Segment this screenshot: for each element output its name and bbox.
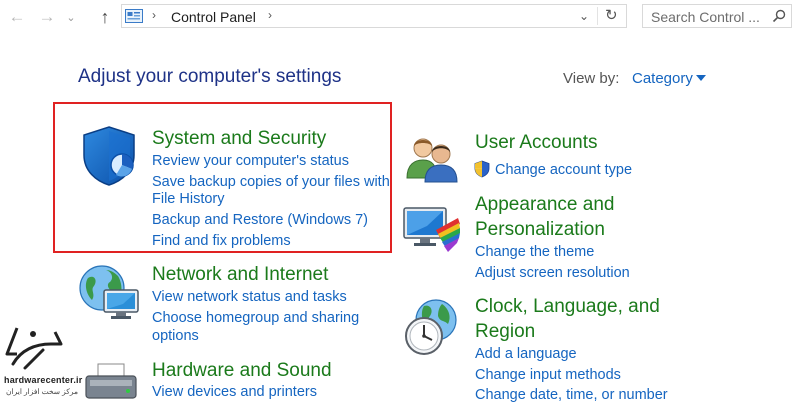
appearance-personalization-icon[interactable] [402,204,462,256]
recent-locations-chevron-icon[interactable]: ⌄ [64,6,78,28]
uac-shield-icon [473,160,491,178]
user-accounts-people-icon[interactable] [403,134,461,184]
clock-language-region-title-line2[interactable]: Region [475,321,535,343]
search-box[interactable]: Search Control ... [642,4,792,28]
watermark-site: hardwarecenter.ir [4,375,82,385]
save-backup-link-line2[interactable]: File History [152,191,225,207]
forward-arrow-icon[interactable]: → [36,6,58,28]
save-backup-link[interactable]: Save backup copies of your files with [152,174,390,190]
address-dropdown-chevron-icon[interactable]: ⌄ [579,9,589,23]
homegroup-sharing-link-line2[interactable]: options [152,328,199,344]
hardware-sound-title[interactable]: Hardware and Sound [152,360,332,382]
breadcrumb-control-panel[interactable]: Control Panel [171,9,256,25]
search-input[interactable]: Search Control ... [651,9,760,25]
address-bar[interactable]: › Control Panel › ⌄ ↻ [121,4,627,28]
view-by-label: View by: [563,70,619,87]
back-arrow-icon[interactable]: ← [6,6,28,28]
hardwarecenter-logo-icon [3,324,65,374]
up-arrow-icon[interactable]: ↑ [94,6,116,28]
view-by-dropdown[interactable]: Category [632,70,693,87]
change-account-type-link[interactable]: Change account type [495,162,632,178]
control-panel-icon [125,9,143,23]
network-internet-globe-icon[interactable] [78,264,142,322]
network-internet-title[interactable]: Network and Internet [152,264,328,286]
clock-language-region-icon[interactable] [402,296,462,358]
adjust-resolution-link[interactable]: Adjust screen resolution [475,265,630,281]
user-accounts-title[interactable]: User Accounts [475,132,598,154]
homegroup-sharing-link[interactable]: Choose homegroup and sharing [152,310,359,326]
page-title: Adjust your computer's settings [78,66,341,88]
view-by-caret-icon[interactable] [696,75,706,81]
view-devices-printers-link[interactable]: View devices and printers [152,384,317,400]
search-icon[interactable] [772,9,786,23]
change-date-time-link[interactable]: Change date, time, or number [475,387,668,403]
breadcrumb-separator-icon[interactable]: › [152,8,156,22]
hardware-sound-printer-icon[interactable] [80,360,142,400]
add-language-link[interactable]: Add a language [475,346,577,362]
system-security-title[interactable]: System and Security [152,128,326,150]
system-security-shield-icon[interactable] [80,125,138,187]
refresh-icon[interactable]: ↻ [605,6,618,24]
find-fix-problems-link[interactable]: Find and fix problems [152,233,291,249]
watermark-tagline: مرکز سخت افزار ایران [6,387,78,396]
appearance-personalization-title-line2[interactable]: Personalization [475,219,605,241]
breadcrumb-separator-icon[interactable]: › [268,8,272,22]
change-theme-link[interactable]: Change the theme [475,244,594,260]
change-input-methods-link[interactable]: Change input methods [475,367,621,383]
clock-language-region-title[interactable]: Clock, Language, and [475,296,660,318]
navigation-bar: ← → ⌄ ↑ › Control Panel › ⌄ ↻ Search Con… [0,0,800,34]
backup-restore-link[interactable]: Backup and Restore (Windows 7) [152,212,368,228]
appearance-personalization-title[interactable]: Appearance and [475,194,614,216]
review-status-link[interactable]: Review your computer's status [152,153,349,169]
view-network-status-link[interactable]: View network status and tasks [152,289,347,305]
address-divider [597,7,598,25]
